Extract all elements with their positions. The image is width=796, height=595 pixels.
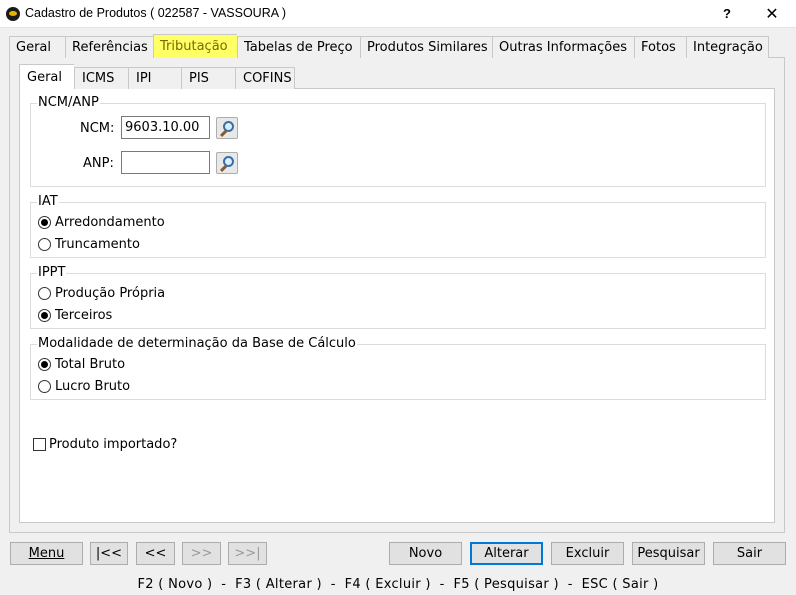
radio-button-checked[interactable] xyxy=(38,215,51,229)
radio-label: Truncamento xyxy=(55,236,140,252)
tab-referencias[interactable]: Referências xyxy=(65,36,153,58)
help-button[interactable]: ? xyxy=(716,4,738,24)
ncm-anp-legend: NCM/ANP xyxy=(37,95,100,111)
radio-label: Total Bruto xyxy=(55,356,126,372)
tab-geral[interactable]: Geral xyxy=(9,36,65,58)
inner-tab-strip: Geral ICMS IPI PIS COFINS xyxy=(19,64,295,89)
radio-button[interactable] xyxy=(38,237,51,251)
tab-integracao[interactable]: Integração xyxy=(686,36,769,58)
next-record-button[interactable]: >> xyxy=(182,542,221,565)
excluir-button[interactable]: Excluir xyxy=(551,542,624,565)
ippt-legend: IPPT xyxy=(37,265,67,281)
close-button[interactable]: ✕ xyxy=(761,4,783,24)
shortcut-status-bar: F2 ( Novo ) - F3 ( Alterar ) - F4 ( Excl… xyxy=(137,577,659,592)
ncm-search-button[interactable] xyxy=(216,117,238,139)
checkbox-box[interactable] xyxy=(33,437,46,451)
tab-tributacao[interactable]: Tributação xyxy=(153,34,237,58)
alterar-button[interactable]: Alterar xyxy=(470,542,543,565)
first-record-button[interactable]: |<< xyxy=(90,542,128,565)
pesquisar-button[interactable]: Pesquisar xyxy=(632,542,705,565)
radio-label: Arredondamento xyxy=(55,214,165,230)
checkbox-label: Produto importado? xyxy=(49,436,178,452)
sair-button[interactable]: Sair xyxy=(713,542,786,565)
title-bar: Cadastro de Produtos ( 022587 - VASSOURA… xyxy=(0,0,796,28)
subtab-icms[interactable]: ICMS xyxy=(74,67,128,89)
radio-label: Terceiros xyxy=(55,307,113,323)
modalidade-legend: Modalidade de determinação da Base de Cá… xyxy=(37,336,357,352)
last-record-button[interactable]: >>| xyxy=(228,542,267,565)
radio-arredondamento[interactable]: Arredondamento xyxy=(38,213,165,231)
tab-produtos-similares[interactable]: Produtos Similares xyxy=(360,36,492,58)
radio-producao-propria[interactable]: Produção Própria xyxy=(38,284,165,302)
radio-label: Lucro Bruto xyxy=(55,378,131,394)
subtab-cofins[interactable]: COFINS xyxy=(235,67,295,89)
radio-lucro-bruto[interactable]: Lucro Bruto xyxy=(38,377,130,395)
modalidade-group: Modalidade de determinação da Base de Cá… xyxy=(30,336,766,400)
menu-button[interactable]: Menu xyxy=(10,542,83,565)
radio-button[interactable] xyxy=(38,286,51,300)
radio-total-bruto[interactable]: Total Bruto xyxy=(38,355,125,373)
ippt-group: IPPT Produção Própria Terceiros xyxy=(30,265,766,329)
anp-label: ANP: xyxy=(83,156,114,171)
subtab-geral[interactable]: Geral xyxy=(19,64,74,89)
window-title: Cadastro de Produtos ( 022587 - VASSOURA… xyxy=(25,6,287,20)
ncm-label: NCM: xyxy=(80,121,115,136)
subtab-ipi[interactable]: IPI xyxy=(128,67,181,89)
radio-button[interactable] xyxy=(38,379,51,393)
magnifier-handle-icon xyxy=(219,129,228,138)
magnifier-handle-icon xyxy=(219,164,228,173)
tab-tabelas-de-preco[interactable]: Tabelas de Preço xyxy=(237,36,360,58)
tab-outras-informacoes[interactable]: Outras Informações xyxy=(492,36,634,58)
tab-fotos[interactable]: Fotos xyxy=(634,36,686,58)
subtab-pis[interactable]: PIS xyxy=(181,67,235,89)
previous-record-button[interactable]: << xyxy=(136,542,175,565)
iat-group: IAT Arredondamento Truncamento xyxy=(30,194,766,258)
iat-legend: IAT xyxy=(37,194,59,210)
outer-tab-strip: Geral Referências Tributação Tabelas de … xyxy=(9,34,769,58)
radio-terceiros[interactable]: Terceiros xyxy=(38,306,112,324)
produto-importado-checkbox[interactable]: Produto importado? xyxy=(33,435,177,453)
novo-button[interactable]: Novo xyxy=(389,542,462,565)
radio-label: Produção Própria xyxy=(55,285,166,301)
radio-truncamento[interactable]: Truncamento xyxy=(38,235,140,253)
menu-label: Menu xyxy=(28,546,65,561)
app-icon xyxy=(6,7,20,21)
radio-button-checked[interactable] xyxy=(38,308,51,322)
ncm-anp-group: NCM/ANP NCM: ANP: xyxy=(30,95,766,187)
anp-input[interactable] xyxy=(121,151,210,174)
radio-button-checked[interactable] xyxy=(38,357,51,371)
anp-search-button[interactable] xyxy=(216,152,238,174)
ncm-input[interactable] xyxy=(121,116,210,139)
